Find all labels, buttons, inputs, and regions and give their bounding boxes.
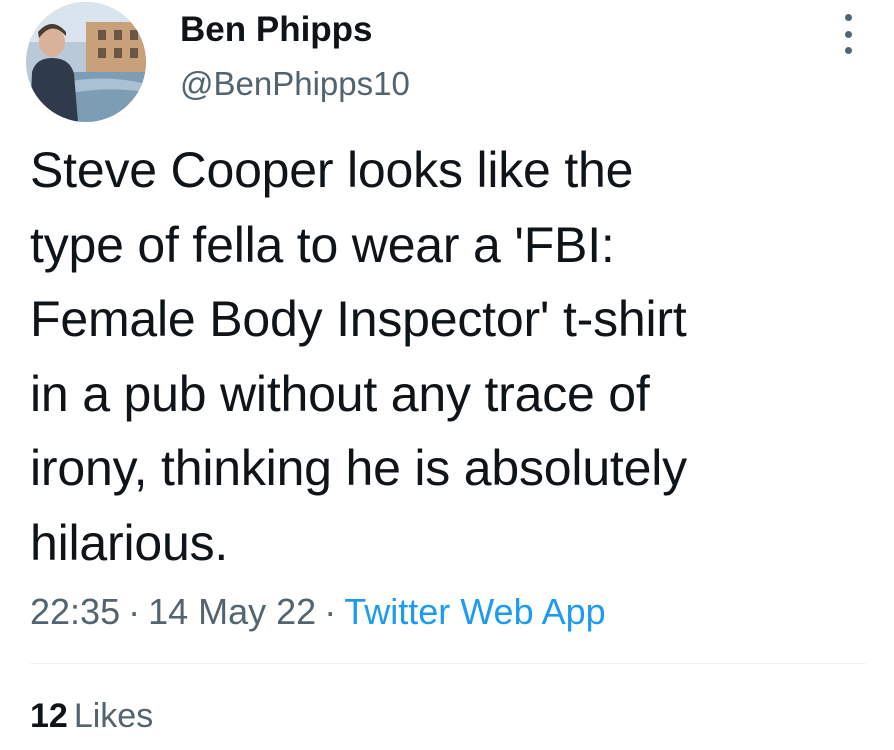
more-vertical-icon[interactable]: [836, 14, 860, 54]
tweet-source-link[interactable]: Twitter Web App: [344, 591, 605, 632]
tweet-meta: 22:35 · 14 May 22 · Twitter Web App: [30, 590, 606, 634]
meta-separator: ·: [324, 591, 337, 632]
author-handle[interactable]: @BenPhipps10: [180, 62, 410, 106]
likes-stat[interactable]: 12 Likes: [30, 695, 153, 737]
avatar-photo: [26, 2, 146, 122]
author-display-name[interactable]: Ben Phipps: [180, 8, 373, 52]
divider: [30, 663, 866, 664]
tweet-date[interactable]: 14 May 22: [148, 591, 316, 632]
tweet-time[interactable]: 22:35: [30, 591, 120, 632]
likes-label: Likes: [73, 697, 154, 735]
meta-separator: ·: [128, 591, 141, 632]
avatar[interactable]: [26, 2, 146, 122]
likes-count: 12: [30, 697, 68, 735]
tweet-text: Steve Cooper looks like the type of fell…: [30, 142, 687, 571]
